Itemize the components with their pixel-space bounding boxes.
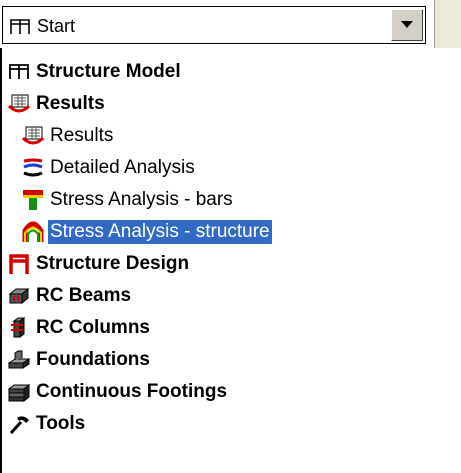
foundations-icon xyxy=(8,349,30,371)
layout-selector-value: Start xyxy=(37,16,76,36)
tree-item-label: Stress Analysis - structure xyxy=(48,220,272,244)
stress-structure-icon xyxy=(22,221,44,243)
detailed-analysis-icon xyxy=(22,157,44,179)
tree-item-rc-columns[interactable]: RC Columns xyxy=(8,312,150,344)
dropdown-button[interactable] xyxy=(391,9,423,41)
tree-border xyxy=(0,48,2,473)
tree-item-label: Results xyxy=(50,125,114,146)
tree-item-rc-beams[interactable]: RC Beams xyxy=(8,280,131,312)
tree-item-label: Continuous Footings xyxy=(36,381,228,402)
tree-item-results[interactable]: Results xyxy=(22,120,113,152)
rc-columns-icon xyxy=(8,317,30,339)
tree-item-label: Structure Model xyxy=(36,61,181,82)
stress-bars-icon xyxy=(22,189,44,211)
results-icon xyxy=(8,93,30,115)
structure-design-icon xyxy=(8,253,30,275)
layout-selector-combo[interactable]: Start xyxy=(2,6,426,44)
tree-item-label: Tools xyxy=(36,413,86,434)
tree-item-label: Structure Design xyxy=(36,253,190,274)
continuous-footings-icon xyxy=(8,381,30,403)
tree-item-results-group[interactable]: Results xyxy=(8,88,105,120)
tree-item-stress-analysis-structure[interactable]: Stress Analysis - structure xyxy=(22,216,272,248)
tree-item-stress-analysis-bars[interactable]: Stress Analysis - bars xyxy=(22,184,233,216)
rc-beams-icon xyxy=(8,285,30,307)
tree-item-structure-design[interactable]: Structure Design xyxy=(8,248,189,280)
tree-item-tools[interactable]: Tools xyxy=(8,408,85,440)
tree-item-structure-model[interactable]: Structure Model xyxy=(8,56,181,88)
tree-item-label: RC Columns xyxy=(36,317,150,338)
tools-icon xyxy=(8,413,30,435)
tree-item-foundations[interactable]: Foundations xyxy=(8,344,150,376)
tree-item-detailed-analysis[interactable]: Detailed Analysis xyxy=(22,152,195,184)
frame-icon xyxy=(8,61,30,83)
toolbar-edge xyxy=(434,0,461,48)
frame-icon xyxy=(10,19,30,40)
tree-item-label: Foundations xyxy=(36,349,150,370)
tree-item-label: Detailed Analysis xyxy=(50,157,195,178)
tree-item-continuous-footings[interactable]: Continuous Footings xyxy=(8,376,227,408)
chevron-down-icon xyxy=(401,21,413,28)
results-icon xyxy=(22,125,44,147)
tree-item-label: Results xyxy=(36,93,105,114)
tree-item-label: RC Beams xyxy=(36,285,132,306)
tree-item-label: Stress Analysis - bars xyxy=(50,189,233,210)
